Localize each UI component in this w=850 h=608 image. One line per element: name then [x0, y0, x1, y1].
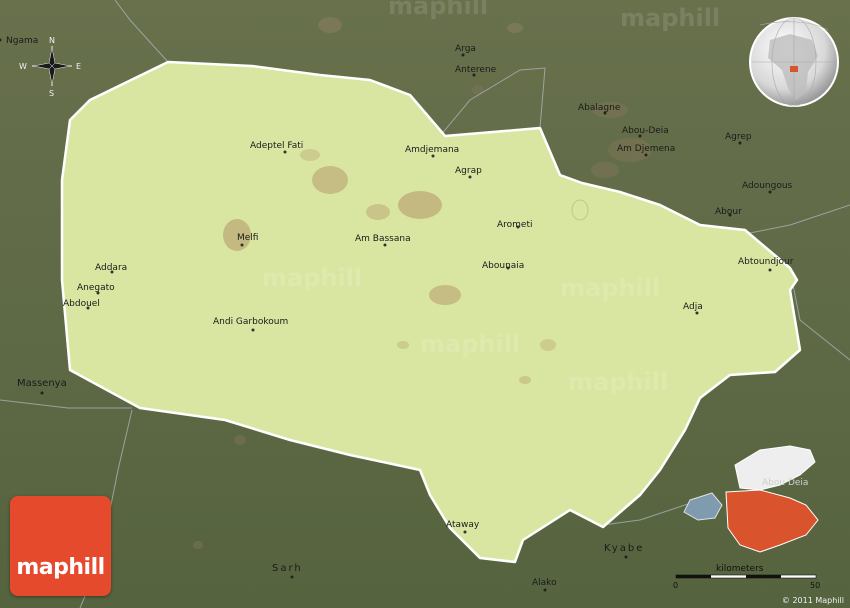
locator-globe [749, 17, 839, 107]
globe-location-marker [790, 66, 798, 72]
watermark-text: maphill [568, 368, 668, 396]
place-label: Arometi [497, 220, 533, 230]
place-label: Abdouel [63, 299, 100, 309]
place-label: Amdjemana [405, 145, 459, 155]
place-label: Agrap [455, 166, 482, 176]
place-label: Abalagne [578, 103, 621, 113]
place-anterene: Anterene [455, 65, 497, 77]
place-label: Kyabe [604, 543, 644, 554]
watermark-text: maphill [620, 4, 720, 32]
scale-start: 0 [673, 581, 678, 590]
place-arometi: Arometi [497, 220, 533, 230]
logo-text: maphill [16, 555, 105, 580]
watermark-text: maphill [560, 274, 660, 302]
place-label: Alako [532, 578, 557, 588]
place-abounaia: Abounaia [482, 261, 524, 271]
place-label: Am Bassana [355, 234, 411, 244]
place-label: Abtoundjour [738, 257, 794, 267]
place-label: Andi Garbokoum [213, 317, 288, 327]
compass-north: N [49, 36, 55, 45]
compass-west: W [19, 62, 27, 71]
map-canvas[interactable]: maphill maphill maphill maphill maphill … [0, 0, 850, 608]
place-abalagne: Abalagne [578, 103, 621, 115]
place-label: Anterene [455, 65, 497, 75]
place-label: Sarh [272, 563, 303, 574]
watermark-text: maphill [420, 330, 520, 358]
place-label: Adja [683, 302, 703, 312]
inset-label: Abou Deia [762, 478, 808, 488]
place-label: Abour [715, 207, 742, 217]
watermark-text: maphill [388, 0, 488, 20]
place-addara: Addara [95, 263, 127, 274]
place-label: Am Djemena [617, 144, 675, 154]
copyright-text: © 2011 Maphill [781, 596, 844, 605]
place-label: Ngama [6, 36, 38, 46]
place-ngama: Ngama [0, 36, 38, 46]
compass-south: S [49, 89, 54, 98]
place-anegato: Anegato [77, 283, 115, 295]
place-label: Ataway [446, 520, 480, 530]
place-label: Adeptel Fati [250, 141, 303, 151]
watermark-text: maphill [262, 264, 362, 292]
maphill-logo[interactable]: maphill [10, 496, 111, 596]
place-label: Abou-Deia [622, 126, 669, 136]
place-abour: Abour [715, 207, 742, 217]
place-label: Anegato [77, 283, 115, 293]
place-label: Melfi [237, 233, 258, 243]
scale-end: 50 [810, 581, 820, 590]
place-label: Abounaia [482, 261, 524, 271]
compass-east: E [76, 62, 81, 71]
place-label: Adoungous [742, 181, 793, 191]
place-label: Massenya [17, 378, 67, 389]
place-label: Agrep [725, 132, 752, 142]
place-label: Arga [455, 44, 476, 54]
place-label: Addara [95, 263, 127, 273]
scale-unit-label: kilometers [716, 564, 764, 574]
place-abou-deia: Abou-Deia [622, 126, 669, 138]
place-abdouel: Abdouel [63, 299, 100, 310]
